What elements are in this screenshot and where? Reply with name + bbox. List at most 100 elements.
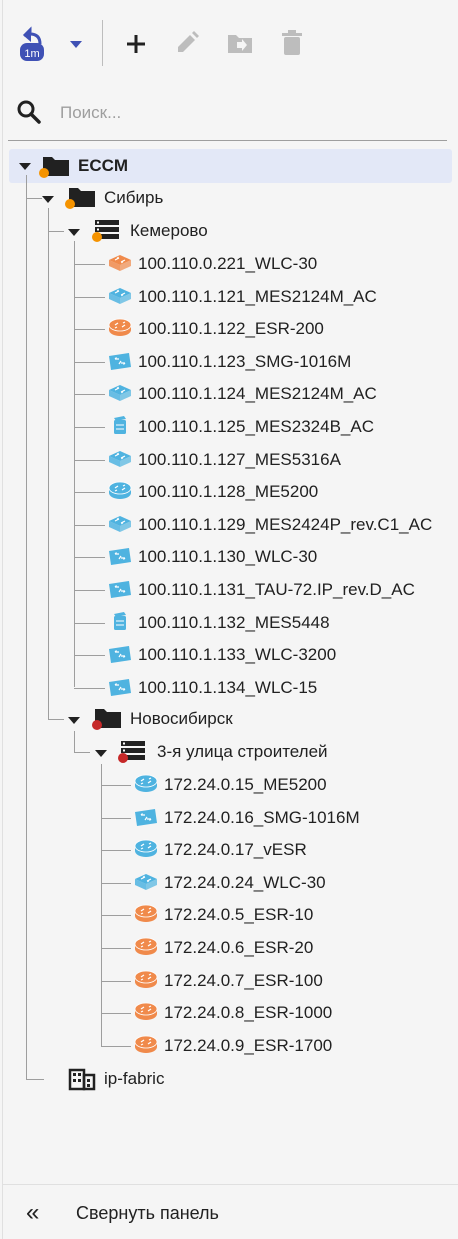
tree-device-node[interactable]: 172.24.0.8_ESR-1000: [0, 997, 458, 1027]
orange-router-icon: [134, 970, 158, 988]
tree-device-node[interactable]: 100.110.1.122_ESR-200: [0, 313, 458, 343]
tree-device-node[interactable]: 100.110.1.124_MES2124M_AC: [0, 378, 458, 408]
blue-router-icon: [134, 774, 158, 792]
move-to-folder-button[interactable]: [222, 26, 258, 60]
tree-line: [74, 590, 105, 591]
delete-button[interactable]: [276, 26, 308, 60]
blue-switch-icon: [109, 385, 131, 402]
blue-gateway-icon: [109, 352, 131, 370]
tree-device-node[interactable]: 172.24.0.7_ESR-100: [0, 965, 458, 995]
orange-router-icon: [134, 1035, 158, 1053]
orange-router-icon: [134, 937, 158, 955]
tree-device-node[interactable]: 172.24.0.9_ESR-1700: [0, 1030, 458, 1060]
tree-node-label: 3-я улица строителей: [157, 742, 328, 761]
tree-line: [74, 492, 105, 494]
tree-line: [74, 524, 105, 526]
add-button[interactable]: [120, 28, 152, 60]
tree-node-label: Новосибирск: [130, 709, 233, 728]
tree-node-label: 100.110.1.125_MES2324B_AC: [138, 417, 374, 436]
tree-device-node[interactable]: 100.110.1.131_TAU-72.IP_rev.D_AC: [0, 574, 458, 604]
tree-node-label: 172.24.0.17_vESR: [164, 840, 307, 860]
tree-device-node[interactable]: 100.110.1.134_WLC-15: [0, 672, 458, 702]
search-input[interactable]: [60, 100, 430, 126]
tree-node-label: ip-fabric: [104, 1069, 165, 1088]
tree-device-node[interactable]: 100.110.1.132_MES5448: [0, 607, 458, 637]
tree-node-eccm[interactable]: ECCM: [0, 150, 458, 182]
blue-switch-icon: [109, 287, 131, 304]
blue-gateway-icon: [109, 678, 131, 696]
tree-line: [101, 850, 131, 852]
tree-node-label: 100.110.1.132_MES5448: [138, 612, 330, 632]
double-chevron-left-icon[interactable]: «: [26, 1201, 40, 1225]
collapse-panel-label: Свернуть панель: [76, 1203, 219, 1223]
orange-router-icon: [134, 904, 158, 923]
tree-node-novosibirsk[interactable]: Новосибирск: [0, 704, 458, 734]
chevron-down-icon[interactable]: [42, 196, 54, 203]
refresh-interval-dropdown[interactable]: [62, 34, 90, 54]
footer-divider: [2, 1184, 458, 1185]
tree-device-node[interactable]: 172.24.0.6_ESR-20: [0, 932, 458, 962]
chevron-down-icon: [70, 41, 82, 48]
tree-device-node[interactable]: 100.110.1.133_WLC-3200: [0, 639, 458, 669]
tree-line: [101, 785, 131, 786]
tree-device-node[interactable]: 100.110.0.221_WLC-30: [0, 248, 458, 278]
tree-device-node[interactable]: 172.24.0.15_ME5200: [0, 769, 458, 799]
tree-node-label: 100.110.1.121_MES2124M_AC: [138, 286, 377, 306]
add-icon: [127, 35, 145, 53]
orange-router-icon: [134, 1002, 158, 1021]
blue-stack-icon: [114, 416, 126, 434]
status-dot-orange: [39, 168, 49, 178]
tree-device-node[interactable]: 100.110.1.121_MES2124M_AC: [0, 281, 458, 311]
blue-router-icon: [134, 839, 158, 858]
chevron-down-icon[interactable]: [19, 163, 31, 170]
tree-node-label: 172.24.0.7_ESR-100: [164, 970, 323, 990]
tree-line: [74, 427, 105, 428]
tree-node-label: 172.24.0.16_SMG-1016M: [164, 807, 360, 827]
orange-switch-icon: [109, 255, 131, 271]
status-dot-red: [118, 753, 128, 763]
tree-line: [74, 296, 105, 298]
status-dot-red: [92, 720, 102, 730]
tree-node-label: 100.110.0.221_WLC-30: [138, 254, 318, 273]
chevron-down-icon[interactable]: [68, 717, 80, 724]
chevron-down-icon[interactable]: [95, 750, 107, 757]
blue-switch-icon: [135, 873, 157, 890]
tree-device-node[interactable]: 100.110.1.129_MES2424P_rev.C1_AC: [0, 509, 458, 539]
tree-node-label: 100.110.1.130_WLC-30: [138, 547, 318, 567]
delete-icon: [282, 30, 302, 55]
tree-line: [101, 1013, 131, 1015]
tree-node-label: 172.24.0.5_ESR-10: [164, 905, 314, 925]
refresh-button[interactable]: 1m: [14, 26, 50, 66]
collapse-panel-button[interactable]: [0, 1190, 458, 1236]
edit-button[interactable]: [170, 26, 204, 60]
tree-device-node[interactable]: 100.110.1.123_SMG-1016M: [0, 346, 458, 376]
tree-node-label: 100.110.1.122_ESR-200: [138, 319, 324, 339]
blue-switch-icon: [109, 450, 131, 467]
tree-line: [74, 264, 105, 265]
tree-device-node[interactable]: 172.24.0.17_vESR: [0, 834, 458, 864]
tree-line: [74, 361, 105, 363]
tree-node-builders-street[interactable]: 3-я улица строителей: [0, 737, 458, 767]
chevron-down-icon[interactable]: [68, 229, 80, 236]
tree-line: [74, 557, 105, 559]
toolbar-separator: [102, 20, 103, 66]
tree-node-label: 100.110.1.131_TAU-72.IP_rev.D_AC: [138, 580, 415, 599]
status-dot-orange: [65, 199, 75, 209]
tree-node-label: 100.110.1.133_WLC-3200: [138, 645, 337, 665]
tree-device-node[interactable]: 100.110.1.130_WLC-30: [0, 541, 458, 571]
tree-device-node[interactable]: 100.110.1.128_ME5200: [0, 476, 458, 506]
blue-gateway-icon: [109, 646, 131, 664]
tree-node-kemerovo[interactable]: Кемерово: [0, 216, 458, 246]
tree-node-label: 100.110.1.134_WLC-15: [138, 677, 318, 697]
blue-gateway-icon: [109, 581, 131, 598]
tree-node-siberia[interactable]: Сибирь: [0, 183, 458, 213]
tree-device-node[interactable]: 172.24.0.24_WLC-30: [0, 867, 458, 897]
tree-node-ip-fabric[interactable]: ip-fabric: [0, 1065, 458, 1095]
tree-device-node[interactable]: 172.24.0.5_ESR-10: [0, 899, 458, 929]
tree-node-label: 100.110.1.129_MES2424P_rev.C1_AC: [138, 514, 433, 534]
blue-router-icon: [108, 481, 132, 500]
tree-device-node[interactable]: 100.110.1.127_MES5316A: [0, 444, 458, 474]
tree-device-node[interactable]: 172.24.0.16_SMG-1016M: [0, 802, 458, 832]
tree-device-node[interactable]: 100.110.1.125_MES2324B_AC: [0, 411, 458, 441]
tree-node-label: 172.24.0.24_WLC-30: [164, 872, 326, 892]
